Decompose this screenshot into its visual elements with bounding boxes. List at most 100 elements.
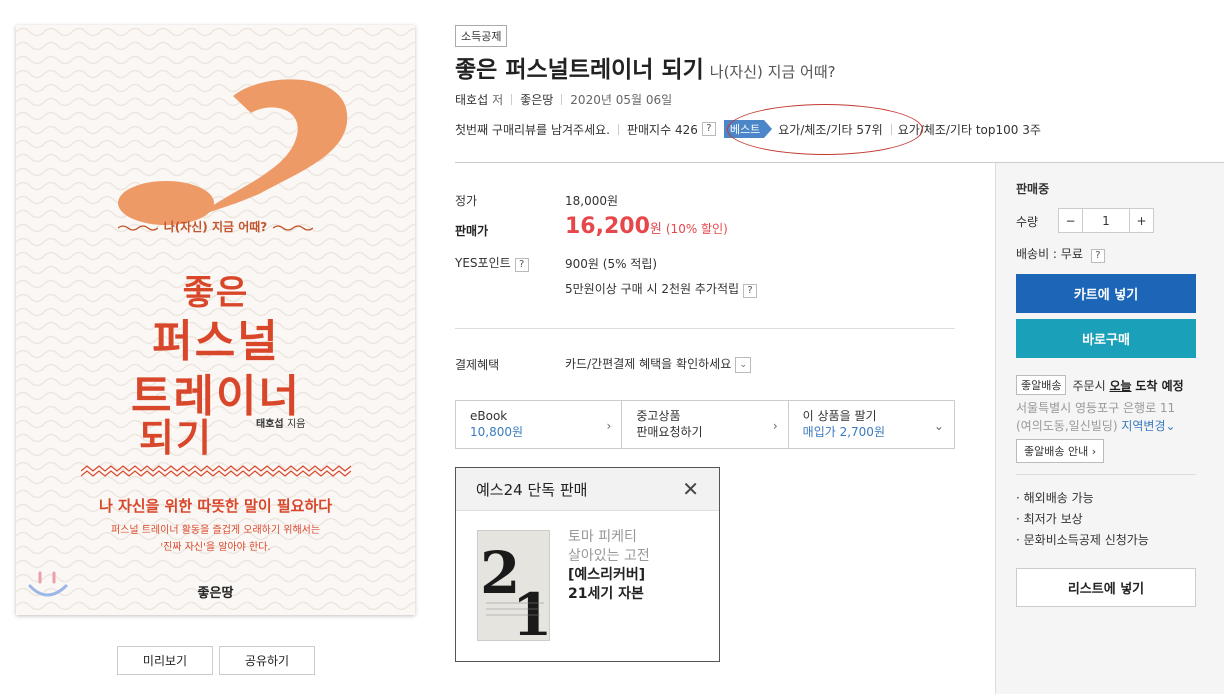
points-help-icon[interactable]: ? [514, 258, 529, 272]
author-role: 저 [492, 93, 504, 107]
add-to-list-button[interactable]: 리스트에 넣기 [1016, 568, 1196, 607]
option-price: 매입가 2,700원 [802, 425, 885, 439]
cover-title-line-4: 되기 [139, 416, 213, 460]
product-title-row: 좋은 퍼스널트레이너 되기 나(자신) 지금 어때? [455, 50, 836, 84]
option-title: 이 상품을 팔기 [802, 409, 877, 423]
quantity-input[interactable]: 1 [1082, 209, 1130, 232]
cover-actions: 미리보기 공유하기 [117, 646, 315, 675]
promo-book-cover[interactable]: 2 1 [477, 530, 550, 641]
points-value: 900원 (5% 적립) [565, 257, 658, 271]
sales-index: 판매지수 426 [626, 122, 698, 137]
address-line-2: (여의도동,일신빌딩) [1016, 419, 1118, 433]
promo-title: 21세기 자본 [568, 586, 644, 602]
close-icon[interactable]: ✕ [682, 477, 699, 501]
svg-text:1: 1 [512, 581, 550, 641]
question-mark-graphic [118, 79, 348, 225]
review-prompt-link[interactable]: 첫번째 구매리뷰를 남겨주세요. [455, 121, 610, 138]
change-region-text: 지역변경 [1121, 419, 1166, 433]
popup-title: 예스24 단독 판매 [476, 480, 588, 499]
cover-author: 태호섭 지음 [256, 415, 306, 430]
cover-author-suffix: 지음 [287, 419, 306, 430]
add-to-cart-button[interactable]: 카트에 넣기 [1016, 274, 1196, 313]
highlight-annotation-ellipse [727, 104, 923, 155]
tax-deduction-badge: 소득공제 [455, 25, 508, 47]
payment-benefit[interactable]: 카드/간편결제 혜택을 확인하세요 ⌄ [565, 355, 752, 373]
option-title: eBook [470, 409, 508, 423]
product-meta: 태호섭 저 좋은땅 2020년 05월 06일 [455, 91, 672, 108]
share-button[interactable]: 공유하기 [219, 646, 315, 675]
buy-now-button[interactable]: 바로구매 [1016, 319, 1196, 358]
sale-price: 16,200원 (10% 할인) [565, 214, 728, 239]
publisher-link[interactable]: 좋은땅 [520, 91, 553, 108]
sale-status: 판매중 [1016, 182, 1050, 196]
shipping-fee: 배송비 : 무료? [1016, 245, 1105, 263]
cover-subtitle-text: 나(자신) 지금 어때? [163, 220, 268, 234]
used-goods-option[interactable]: 중고상품 판매요청하기 › [622, 401, 789, 448]
list-price-value: 18,000원 [565, 194, 619, 208]
cover-publisher: 좋은땅 [197, 586, 234, 601]
purchase-options: eBook 10,800원 › 중고상품 판매요청하기 › 이 상품을 팔기 매… [455, 400, 955, 449]
sale-price-value: 16,200 [565, 214, 650, 239]
address-line-1: 서울특별시 영등포구 은행로 11 [1016, 401, 1176, 415]
cover-background: 나(자신) 지금 어때? 좋은 퍼스널 트레이너 되기 태호섭 지음 나 자신을… [16, 25, 415, 615]
list-price-label: 정가 [455, 194, 478, 208]
chevron-down-icon: ⌄ [933, 419, 944, 433]
cover-zigzag-divider [81, 465, 351, 477]
delivery-chip: 좋알배송 [1016, 375, 1067, 395]
preview-button[interactable]: 미리보기 [117, 646, 213, 675]
promo-book-info[interactable]: 토마 피케티 살아있는 고전 [예스리커버] 21세기 자본 [568, 528, 650, 604]
points-label-text: YES포인트 [455, 256, 511, 270]
book-cover[interactable]: 나(자신) 지금 어때? 좋은 퍼스널 트레이너 되기 태호섭 지음 나 자신을… [16, 25, 415, 615]
option-price: 10,800원 [470, 425, 524, 439]
author-link[interactable]: 태호섭 [455, 91, 488, 108]
section-divider [455, 328, 955, 329]
delivery-guide-label: 좋알배송 안내 [1024, 445, 1089, 458]
chevron-right-icon: › [772, 419, 778, 433]
change-region-link[interactable]: 지역변경⌄ [1121, 419, 1175, 433]
promo-tag: 살아있는 고전 [568, 548, 650, 564]
publish-date: 2020년 05월 06일 [570, 93, 673, 107]
plus-button[interactable]: + [1130, 209, 1153, 232]
payment-benefit-text: 카드/간편결제 혜택을 확인하세요 [565, 357, 732, 371]
promo-book-art: 2 1 [478, 531, 550, 641]
cover-desc-line-1: 퍼스널 트레이너 활동을 즐겁게 오래하기 위해서는 [110, 525, 321, 536]
delivery-pre: 주문시 [1072, 378, 1106, 393]
benefit-item: · 해외배송 가능 [1016, 491, 1094, 505]
payment-benefit-label: 결제혜택 [455, 358, 500, 372]
ebook-option[interactable]: eBook 10,800원 › [456, 401, 623, 448]
cover-desc-line-2: '진짜 자신'을 알아야 한다. [160, 542, 271, 553]
divider [511, 94, 513, 105]
chevron-right-icon: › [606, 419, 612, 433]
exclusive-sale-popup: 예스24 단독 판매 ✕ 2 1 토마 피케티 살아있는 고전 [예스리커버] … [455, 467, 720, 662]
sell-item-option[interactable]: 이 상품을 팔기 매입가 2,700원 ⌄ [789, 401, 954, 448]
minus-button[interactable]: − [1059, 209, 1082, 232]
smile-icon [28, 571, 68, 597]
shipping-help-icon[interactable]: ? [1090, 249, 1105, 263]
benefit-item: · 문화비소득공제 신청가능 [1016, 533, 1149, 547]
divider [617, 123, 619, 135]
divider [561, 94, 563, 105]
extra-points: 5만원이상 구매 시 2천원 추가적립? [565, 280, 758, 298]
sidebar-divider [1016, 474, 1196, 475]
benefit-item: · 최저가 보상 [1016, 512, 1083, 526]
benefit-list: · 해외배송 가능 · 최저가 보상 · 문화비소득공제 신청가능 [1016, 488, 1149, 551]
delivery-guide-button[interactable]: 좋알배송 안내 › [1016, 439, 1105, 463]
cover-description: 퍼스널 트레이너 활동을 즐겁게 오래하기 위해서는 '진짜 자신'을 알아야 … [16, 522, 415, 556]
cover-author-name: 태호섭 [256, 419, 284, 430]
help-icon[interactable]: ? [701, 122, 716, 136]
popup-header: 예스24 단독 판매 ✕ [456, 468, 719, 511]
product-subtitle: 나(자신) 지금 어때? [709, 63, 836, 81]
chevron-down-icon[interactable]: ⌄ [735, 356, 752, 373]
quantity-stepper: − 1 + [1058, 208, 1154, 233]
option-subtitle: 판매요청하기 [636, 425, 703, 439]
promo-author: 토마 피케티 [568, 529, 637, 545]
quantity-label: 수량 [1016, 215, 1039, 229]
delivery-today: 오늘 [1109, 378, 1132, 393]
shipping-fee-text: 배송비 : 무료 [1016, 247, 1083, 261]
purchase-sidebar: 판매중 수량 − 1 + 배송비 : 무료? 카트에 넣기 바로구매 좋알배송 … [995, 163, 1224, 694]
extra-points-text: 5만원이상 구매 시 2천원 추가적립 [565, 282, 740, 296]
points-label: YES포인트? [455, 254, 529, 272]
extra-points-help-icon[interactable]: ? [743, 284, 758, 298]
delivery-post: 도착 예정 [1135, 378, 1184, 393]
delivery-address: 서울특별시 영등포구 은행로 11 (여의도동,일신빌딩) 지역변경⌄ [1016, 399, 1176, 435]
